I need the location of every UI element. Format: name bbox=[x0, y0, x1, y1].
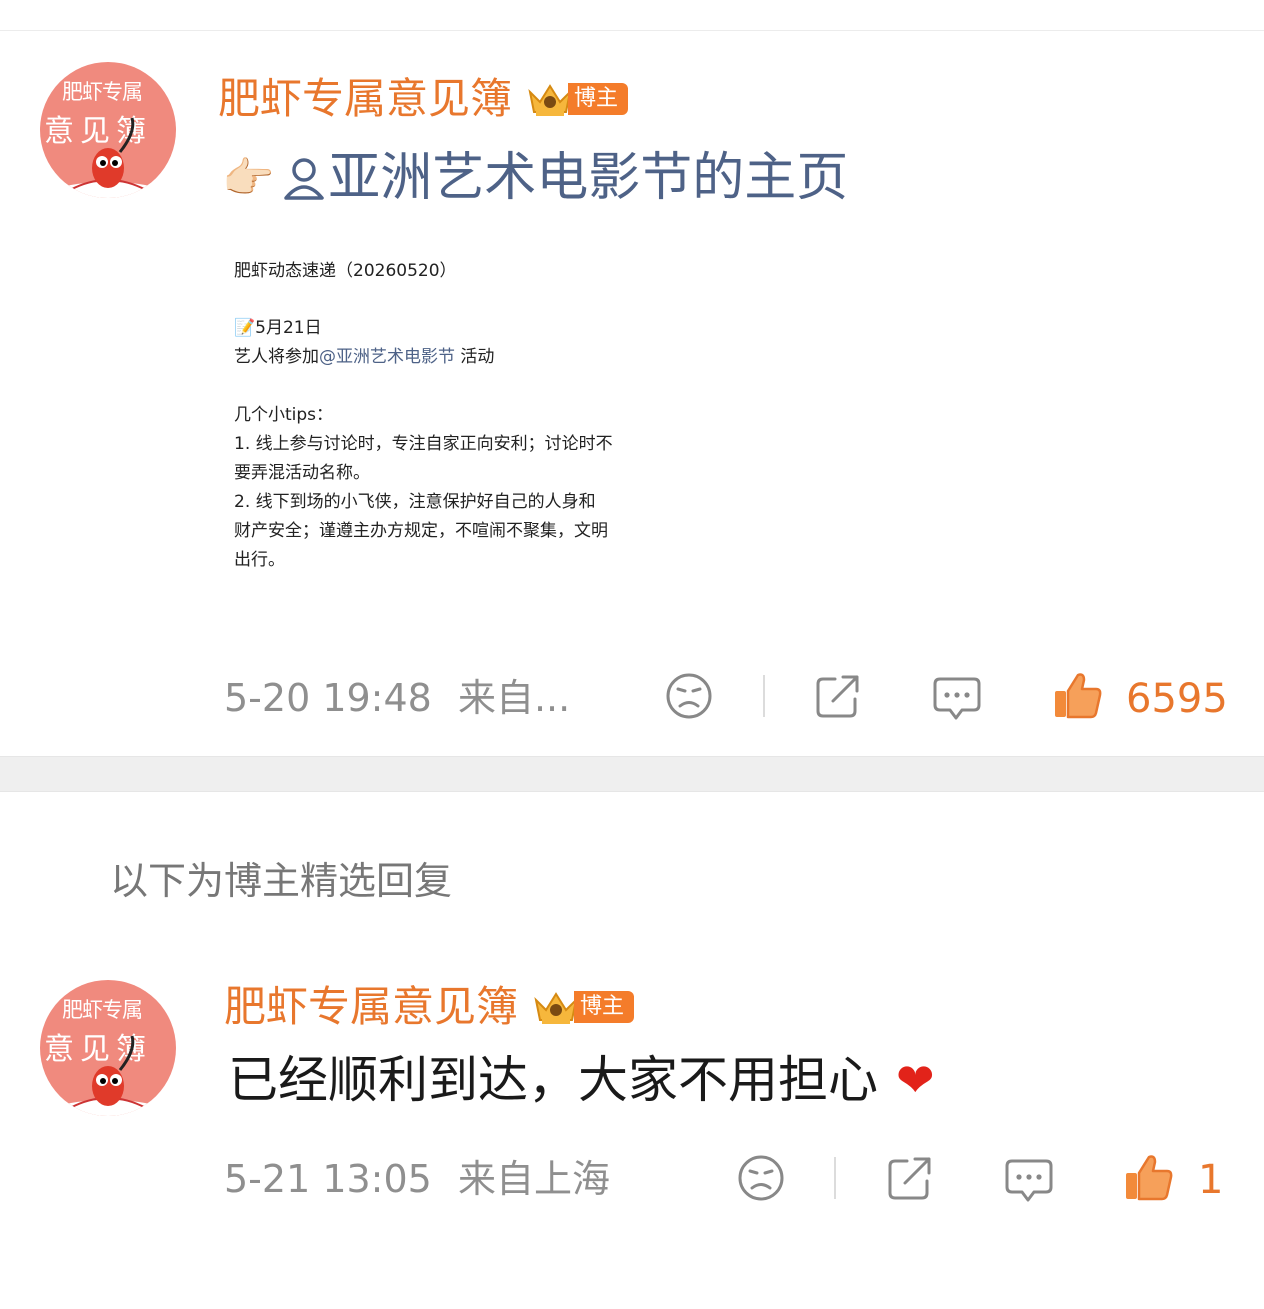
crown-badge-icon bbox=[528, 84, 572, 116]
image-tips-header: 几个小tips： bbox=[234, 405, 334, 425]
dislike-face-icon[interactable] bbox=[736, 1153, 786, 1203]
blogger-badge: 博主 bbox=[532, 988, 635, 1026]
reply-like-count: 1 bbox=[1198, 1157, 1224, 1203]
reply-username[interactable]: 肥虾专属意见簿 bbox=[224, 986, 518, 1028]
image-title: 肥虾动态速递（20260520） bbox=[234, 261, 457, 281]
post-meta: 5-20 19:48 来自... bbox=[224, 679, 570, 717]
shrimp-mascot-icon bbox=[44, 1035, 172, 1116]
memo-icon: 📝 bbox=[234, 318, 256, 338]
avatar[interactable]: 肥虾专属 意见簿 bbox=[40, 62, 176, 198]
blogger-badge: 博主 bbox=[526, 80, 629, 118]
thumbs-up-icon[interactable] bbox=[1122, 1151, 1174, 1203]
reply-meta: 5-21 13:05 来自上海 bbox=[224, 1160, 610, 1198]
user-link-text: 亚洲艺术电影节的主页 bbox=[328, 148, 849, 208]
thumbs-up-icon[interactable] bbox=[1051, 669, 1103, 721]
reply-source: 来自上海 bbox=[457, 1157, 610, 1201]
image-line: 艺人将参加@亚洲艺术电影节 活动 bbox=[234, 347, 495, 367]
reply-text: 已经顺利到达，大家不用担心 bbox=[228, 1051, 878, 1109]
section-divider bbox=[0, 756, 1264, 792]
image-tip: 出行。 bbox=[234, 550, 285, 570]
shrimp-mascot-icon bbox=[44, 117, 172, 198]
badge-label: 博主 bbox=[574, 991, 635, 1023]
post-image[interactable]: 肥虾动态速递（20260520） 📝5月21日 艺人将参加@亚洲艺术电影节 活动… bbox=[224, 236, 684, 616]
image-date: 📝5月21日 bbox=[234, 318, 322, 338]
user-link[interactable]: 👉🏻 亚洲艺术电影节的主页 bbox=[222, 152, 848, 204]
pointing-hand-icon: 👉🏻 bbox=[222, 153, 275, 202]
reply-header: 肥虾专属意见簿 博主 bbox=[224, 986, 635, 1028]
section-title: 以下为博主精选回复 bbox=[110, 859, 453, 903]
share-icon[interactable] bbox=[885, 1153, 935, 1203]
username[interactable]: 肥虾专属意见簿 bbox=[218, 78, 512, 120]
image-tip: 1. 线上参与讨论时，专注自家正向安利；讨论时不 bbox=[234, 434, 613, 454]
image-tip: 要弄混活动名称。 bbox=[234, 463, 370, 483]
image-tip: 2. 线下到场的小飞侠，注意保护好自己的人身和 bbox=[234, 492, 596, 512]
post-header: 肥虾专属意见簿 博主 bbox=[218, 78, 629, 120]
comment-icon[interactable] bbox=[1004, 1155, 1054, 1205]
reply-content: 已经顺利到达，大家不用担心 ❤ bbox=[228, 1055, 935, 1105]
post-timestamp: 5-20 19:48 bbox=[224, 676, 432, 720]
like-count: 6595 bbox=[1126, 676, 1228, 722]
action-separator bbox=[763, 675, 765, 717]
comment-icon[interactable] bbox=[932, 673, 982, 723]
badge-label: 博主 bbox=[568, 83, 629, 115]
reply-avatar[interactable]: 肥虾专属 意见簿 bbox=[40, 980, 176, 1116]
heart-icon: ❤ bbox=[896, 1053, 935, 1107]
action-separator bbox=[834, 1157, 836, 1199]
post-source: 来自... bbox=[457, 676, 571, 720]
user-icon bbox=[284, 158, 325, 200]
crown-badge-icon bbox=[534, 992, 578, 1024]
image-mention: @亚洲艺术电影节 bbox=[319, 347, 455, 367]
share-icon[interactable] bbox=[813, 671, 863, 721]
top-divider bbox=[0, 30, 1264, 31]
reply-timestamp: 5-21 13:05 bbox=[224, 1157, 432, 1201]
image-tip: 财产安全；谨遵主办方规定，不喧闹不聚集，文明 bbox=[234, 521, 608, 541]
dislike-face-icon[interactable] bbox=[664, 671, 714, 721]
